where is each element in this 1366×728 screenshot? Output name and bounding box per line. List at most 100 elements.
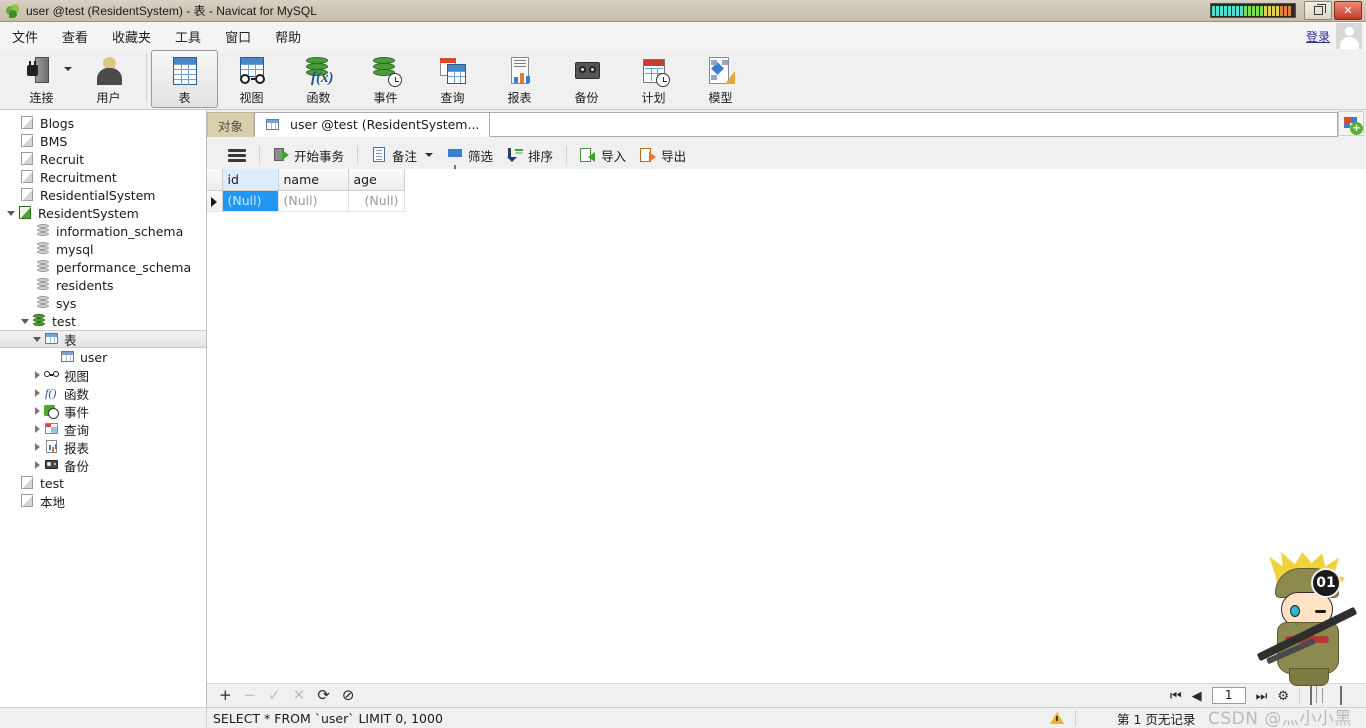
- tree-item-tables-folder[interactable]: 表: [0, 330, 206, 348]
- queries-folder-icon: [44, 422, 59, 436]
- prev-page-icon[interactable]: ◀: [1192, 689, 1202, 702]
- cancel-change-button: ✕: [292, 686, 306, 704]
- tab-user-table[interactable]: user @test (ResidentSystem...: [254, 112, 491, 137]
- tree-label: 表: [64, 332, 77, 348]
- tree-item-backups-folder[interactable]: 备份: [0, 456, 206, 474]
- grid-settings-icon[interactable]: ⚙: [1277, 689, 1289, 702]
- ribbon-button-connection[interactable]: 连接: [8, 50, 75, 108]
- tree-item-queries-folder[interactable]: 查询: [0, 420, 206, 438]
- tree-item-residentsystem[interactable]: ResidentSystem: [0, 204, 206, 222]
- views-folder-icon: [44, 368, 59, 382]
- ribbon-button-model[interactable]: 模型: [687, 50, 754, 108]
- tree-item-blogs[interactable]: Blogs: [0, 114, 206, 132]
- chevron-down-icon[interactable]: [6, 207, 18, 219]
- note-button[interactable]: 备注: [364, 143, 440, 168]
- tree-item-sys[interactable]: sys: [0, 294, 206, 312]
- tree-item-recruitment[interactable]: Recruitment: [0, 168, 206, 186]
- menu-view[interactable]: 查看: [50, 23, 100, 50]
- chevron-down-icon[interactable]: [32, 333, 44, 345]
- menu-favorites[interactable]: 收藏夹: [100, 23, 163, 50]
- ribbon-button-table[interactable]: 表: [151, 50, 218, 108]
- ribbon-button-query[interactable]: 查询: [419, 50, 486, 108]
- tree-item-performance-schema[interactable]: performance_schema: [0, 258, 206, 276]
- chevron-down-icon[interactable]: [64, 67, 72, 71]
- form-view-icon[interactable]: [1340, 686, 1360, 705]
- add-record-button[interactable]: +: [219, 688, 232, 703]
- sort-icon: [506, 147, 524, 163]
- ribbon-button-report[interactable]: 报表: [486, 50, 553, 108]
- tree-item-functions-folder[interactable]: f() 函数: [0, 384, 206, 402]
- tree-item-bms[interactable]: BMS: [0, 132, 206, 150]
- ribbon-button-schedule[interactable]: 计划: [620, 50, 687, 108]
- refresh-button[interactable]: ⟳: [317, 688, 330, 703]
- ribbon-button-backup[interactable]: 备份: [553, 50, 620, 108]
- column-header-name[interactable]: name: [278, 169, 349, 191]
- close-window-button[interactable]: ✕: [1334, 1, 1362, 20]
- stop-button[interactable]: ⊘: [342, 688, 355, 703]
- first-page-icon[interactable]: ⏮: [1170, 689, 1182, 702]
- tree-item-residents[interactable]: residents: [0, 276, 206, 294]
- restore-window-button[interactable]: [1304, 1, 1332, 20]
- tree-item-local-connection[interactable]: 本地: [0, 492, 206, 510]
- warning-icon: [1050, 711, 1064, 725]
- ribbon-toolbar: 连接 用户 表 视图 f(x) 函数 事件 查询 报表 备份 计划 模型: [0, 50, 1366, 110]
- ribbon-label-event: 事件: [373, 91, 398, 105]
- column-header-id[interactable]: id: [222, 169, 279, 191]
- tree-item-views-folder[interactable]: 视图: [0, 366, 206, 384]
- new-tab-button[interactable]: +: [1338, 111, 1364, 136]
- ribbon-button-event[interactable]: 事件: [352, 50, 419, 108]
- cell-age[interactable]: (Null): [348, 190, 405, 212]
- menu-tools[interactable]: 工具: [163, 23, 213, 50]
- menu-help[interactable]: 帮助: [263, 23, 313, 50]
- table-icon: [169, 55, 201, 87]
- tree-item-test-connection[interactable]: test: [0, 474, 206, 492]
- import-button[interactable]: 导入: [573, 143, 633, 168]
- row-selector-cell[interactable]: [207, 190, 223, 212]
- function-icon: f(x): [303, 55, 335, 87]
- tab-objects[interactable]: 对象: [207, 112, 255, 137]
- cell-id[interactable]: (Null): [222, 190, 279, 212]
- tree-item-information-schema[interactable]: information_schema: [0, 222, 206, 240]
- column-header-age[interactable]: age: [348, 169, 405, 191]
- chevron-right-icon[interactable]: [32, 369, 44, 381]
- tree-item-recruit[interactable]: Recruit: [0, 150, 206, 168]
- tree-item-user-table[interactable]: user: [0, 348, 206, 366]
- begin-transaction-button[interactable]: 开始事务: [266, 143, 351, 168]
- page-number-input[interactable]: 1: [1211, 687, 1246, 704]
- status-sql-text: SELECT * FROM `user` LIMIT 0, 1000: [213, 710, 443, 726]
- menu-window[interactable]: 窗口: [213, 23, 263, 50]
- cpu-meter-widget: [1210, 3, 1296, 18]
- tree-item-events-folder[interactable]: 事件: [0, 402, 206, 420]
- chevron-right-icon[interactable]: [32, 441, 44, 453]
- last-page-icon[interactable]: ⏭: [1256, 689, 1268, 702]
- chevron-right-icon[interactable]: [32, 459, 44, 471]
- chevron-down-icon[interactable]: [425, 153, 434, 157]
- tree-item-reports-folder[interactable]: 报表: [0, 438, 206, 456]
- data-grid[interactable]: id name age (Null) (Null) (Null): [207, 169, 1366, 683]
- menu-file[interactable]: 文件: [0, 23, 50, 50]
- ribbon-button-user[interactable]: 用户: [75, 50, 142, 108]
- cell-name[interactable]: (Null): [278, 190, 349, 212]
- filter-button[interactable]: 筛选: [440, 143, 500, 171]
- chevron-right-icon[interactable]: [32, 387, 44, 399]
- export-button[interactable]: 导出: [633, 143, 693, 168]
- ribbon-label-user: 用户: [96, 91, 121, 105]
- chevron-right-icon[interactable]: [32, 405, 44, 417]
- chevron-right-icon[interactable]: [32, 423, 44, 435]
- grid-menu-button[interactable]: [221, 146, 253, 165]
- grid-view-icon[interactable]: [1310, 686, 1330, 705]
- tab-strip: 对象 user @test (ResidentSystem... +: [207, 110, 1366, 137]
- connection-tree-sidebar[interactable]: Blogs BMS Recruit Recruitment Residentia…: [0, 110, 207, 710]
- table-row[interactable]: (Null) (Null) (Null): [207, 190, 405, 212]
- ribbon-button-function[interactable]: f(x) 函数: [285, 50, 352, 108]
- tree-label: information_schema: [56, 223, 184, 239]
- chevron-down-icon[interactable]: [20, 315, 32, 327]
- ribbon-button-view[interactable]: 视图: [218, 50, 285, 108]
- tree-item-test-db[interactable]: test: [0, 312, 206, 330]
- login-link[interactable]: 登录: [1306, 28, 1330, 45]
- sort-button[interactable]: 排序: [500, 143, 560, 168]
- tree-item-residentialsystem[interactable]: ResidentialSystem: [0, 186, 206, 204]
- ribbon-label-schedule: 计划: [641, 91, 666, 105]
- avatar[interactable]: [1336, 23, 1362, 49]
- tree-item-mysql[interactable]: mysql: [0, 240, 206, 258]
